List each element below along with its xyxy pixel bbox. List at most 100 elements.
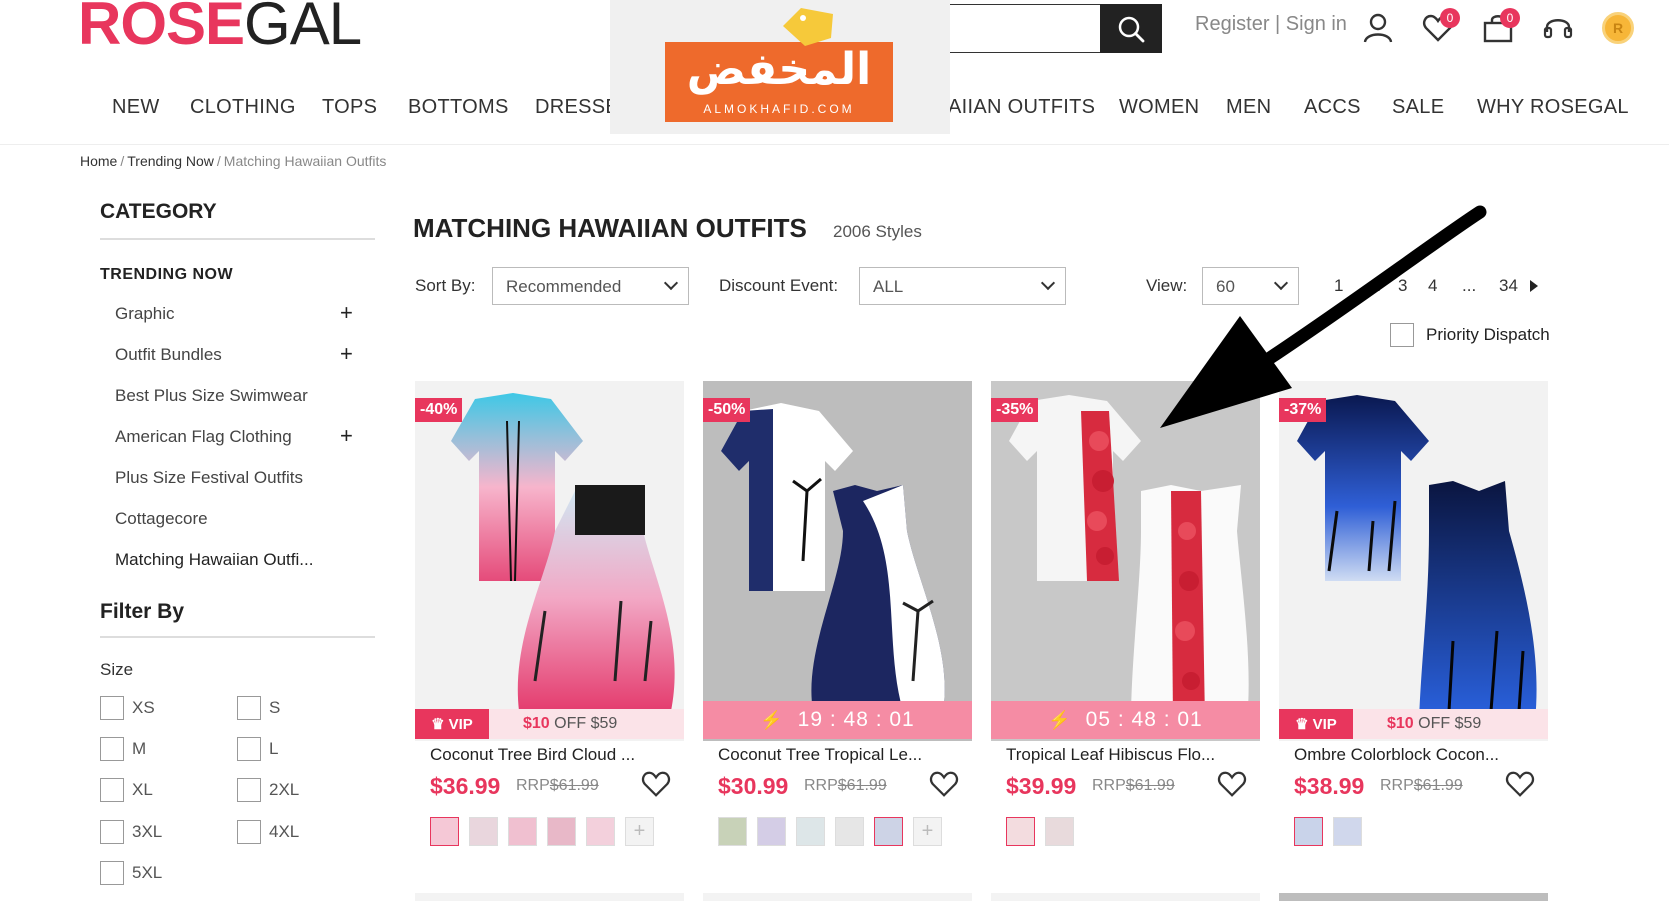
support-button[interactable] bbox=[1538, 8, 1578, 48]
product-name[interactable]: Coconut Tree Bird Cloud ... bbox=[430, 745, 640, 765]
breadcrumb-trending[interactable]: Trending Now bbox=[127, 153, 214, 169]
heart-icon[interactable] bbox=[1217, 769, 1247, 799]
swatch[interactable] bbox=[718, 817, 747, 846]
size-option-3xl[interactable]: 3XL bbox=[100, 820, 162, 844]
checkbox[interactable] bbox=[1390, 323, 1414, 347]
swatch[interactable] bbox=[469, 817, 498, 846]
product-image[interactable] bbox=[1279, 381, 1548, 741]
points-button[interactable]: R bbox=[1598, 8, 1638, 48]
discount-select[interactable]: ALL bbox=[859, 267, 1066, 305]
size-option-2xl[interactable]: 2XL bbox=[237, 778, 299, 802]
rrp-value: $61.99 bbox=[1125, 777, 1175, 794]
nav-dresses[interactable]: DRESSE bbox=[535, 96, 619, 119]
sort-select[interactable]: Recommended bbox=[492, 267, 689, 305]
heart-icon[interactable] bbox=[1505, 769, 1535, 799]
product-card[interactable]: -50% ⚡ 19 : 48 : 01 Coconut Tree Tropical… bbox=[703, 381, 972, 846]
checkbox[interactable] bbox=[237, 696, 261, 720]
swatch[interactable] bbox=[796, 817, 825, 846]
sidebar-item-outfit-bundles[interactable]: Outfit Bundles bbox=[115, 345, 350, 365]
sidebar-item-plus-swimwear[interactable]: Best Plus Size Swimwear bbox=[115, 386, 350, 406]
product-name[interactable]: Coconut Tree Tropical Le... bbox=[718, 745, 928, 765]
swatch[interactable] bbox=[1045, 817, 1074, 846]
product-image[interactable] bbox=[415, 381, 684, 741]
nav-men[interactable]: MEN bbox=[1226, 96, 1271, 119]
cart-button[interactable]: 0 bbox=[1478, 8, 1520, 48]
brand-logo[interactable]: ROSEGAL bbox=[78, 0, 362, 54]
page-2[interactable]: 2 bbox=[1371, 276, 1380, 296]
breadcrumb-home[interactable]: Home bbox=[80, 153, 117, 169]
sidebar-item-graphic[interactable]: Graphic bbox=[115, 304, 350, 324]
nav-accs[interactable]: ACCS bbox=[1304, 96, 1361, 119]
checkbox[interactable] bbox=[237, 778, 261, 802]
more-swatches-button[interactable]: + bbox=[913, 817, 942, 846]
plus-icon[interactable]: + bbox=[340, 302, 353, 324]
size-option-xl[interactable]: XL bbox=[100, 778, 153, 802]
search-button[interactable] bbox=[1100, 4, 1162, 53]
plus-icon[interactable]: + bbox=[340, 425, 353, 447]
caret-right-icon[interactable] bbox=[1530, 280, 1538, 292]
swatch[interactable] bbox=[586, 817, 615, 846]
swatch[interactable] bbox=[1294, 817, 1323, 846]
product-image[interactable] bbox=[703, 381, 972, 741]
product-card[interactable]: -35% ⚡ 05 : 48 : 01 Tropical Leaf Hibiscu… bbox=[991, 381, 1260, 846]
nav-clothing[interactable]: CLOTHING bbox=[190, 96, 296, 119]
swatch[interactable] bbox=[430, 817, 459, 846]
heart-icon[interactable] bbox=[929, 769, 959, 799]
swatch[interactable] bbox=[757, 817, 786, 846]
vip-label: VIP bbox=[1312, 715, 1337, 733]
account-button[interactable] bbox=[1358, 8, 1398, 48]
sidebar-item-american-flag[interactable]: American Flag Clothing bbox=[115, 427, 350, 447]
plus-icon[interactable]: + bbox=[340, 343, 353, 365]
vip-label: VIP bbox=[448, 715, 473, 733]
promo-amount: $10 bbox=[523, 715, 550, 732]
product-rrp: RRP$61.99 bbox=[804, 777, 887, 795]
swatch[interactable] bbox=[1333, 817, 1362, 846]
nav-sale[interactable]: SALE bbox=[1392, 96, 1444, 119]
nav-women[interactable]: WOMEN bbox=[1119, 96, 1199, 119]
priority-dispatch-option[interactable]: Priority Dispatch bbox=[1390, 323, 1550, 347]
trending-now-heading[interactable]: TRENDING NOW bbox=[100, 266, 233, 284]
swatch[interactable] bbox=[874, 817, 903, 846]
product-card[interactable]: -40% ♛ VIP $10 OFF $59 Coconut Tree Bird … bbox=[415, 381, 684, 846]
product-name[interactable]: Ombre Colorblock Cocon... bbox=[1294, 745, 1504, 765]
checkbox[interactable] bbox=[100, 696, 124, 720]
bolt-icon: ⚡ bbox=[1048, 709, 1072, 730]
nav-bottoms[interactable]: BOTTOMS bbox=[408, 96, 509, 119]
sidebar-item-festival-outfits[interactable]: Plus Size Festival Outfits bbox=[115, 468, 350, 488]
checkbox[interactable] bbox=[100, 820, 124, 844]
size-option-5xl[interactable]: 5XL bbox=[100, 861, 162, 885]
nav-new[interactable]: NEW bbox=[112, 96, 160, 119]
size-option-4xl[interactable]: 4XL bbox=[237, 820, 299, 844]
page-34[interactable]: 34 bbox=[1499, 276, 1518, 296]
size-option-xs[interactable]: XS bbox=[100, 696, 155, 720]
view-select[interactable]: 60 bbox=[1202, 267, 1299, 305]
checkbox[interactable] bbox=[237, 820, 261, 844]
nav-why-rosegal[interactable]: WHY ROSEGAL bbox=[1477, 96, 1629, 119]
more-swatches-button[interactable]: + bbox=[625, 817, 654, 846]
register-signin-link[interactable]: Register | Sign in bbox=[1195, 13, 1347, 36]
size-option-s[interactable]: S bbox=[237, 696, 280, 720]
checkbox[interactable] bbox=[237, 737, 261, 761]
sidebar-item-hawaiian-outfits[interactable]: Matching Hawaiian Outfi... bbox=[115, 550, 350, 570]
checkbox[interactable] bbox=[100, 778, 124, 802]
checkbox[interactable] bbox=[100, 861, 124, 885]
checkbox[interactable] bbox=[100, 737, 124, 761]
product-card[interactable]: -37% ♛ VIP $10 OFF $59 Ombre Colorblock C… bbox=[1279, 381, 1548, 846]
page-1[interactable]: 1 bbox=[1334, 276, 1343, 296]
size-option-m[interactable]: M bbox=[100, 737, 146, 761]
page-3[interactable]: 3 bbox=[1398, 276, 1407, 296]
sidebar-item-cottagecore[interactable]: Cottagecore bbox=[115, 509, 350, 529]
swatch[interactable] bbox=[835, 817, 864, 846]
swatch[interactable] bbox=[547, 817, 576, 846]
page-4[interactable]: 4 bbox=[1428, 276, 1437, 296]
swatch[interactable] bbox=[1006, 817, 1035, 846]
nav-tops[interactable]: TOPS bbox=[322, 96, 377, 119]
nav-hawaiian-outfits[interactable]: AIIAN OUTFITS bbox=[948, 96, 1095, 119]
product-name[interactable]: Tropical Leaf Hibiscus Flo... bbox=[1006, 745, 1216, 765]
swatch[interactable] bbox=[508, 817, 537, 846]
heart-icon[interactable] bbox=[641, 769, 671, 799]
wishlist-button[interactable]: 0 bbox=[1418, 8, 1460, 48]
coin-icon: R bbox=[1602, 12, 1634, 44]
size-option-l[interactable]: L bbox=[237, 737, 278, 761]
product-image[interactable] bbox=[991, 381, 1260, 741]
